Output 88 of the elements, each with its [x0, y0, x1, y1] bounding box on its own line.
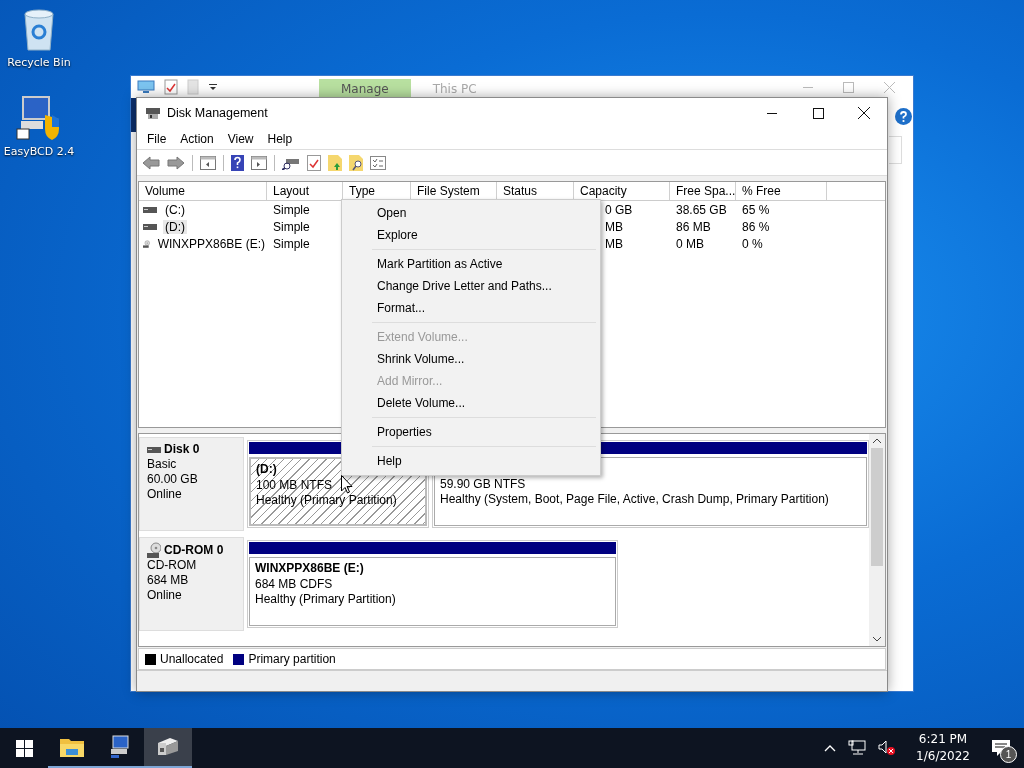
- disk-name: Disk 0: [164, 442, 200, 457]
- table-cell-text: MB: [604, 236, 624, 251]
- column-header[interactable]: Free Spa...: [670, 182, 736, 200]
- table-cell-text: Simple: [272, 219, 311, 234]
- close-icon[interactable]: [858, 107, 870, 119]
- disk-name: CD-ROM 0: [164, 542, 224, 558]
- forward-arrow-icon[interactable]: [167, 155, 185, 170]
- column-header[interactable]: % Free: [736, 182, 827, 200]
- disk-info-panel[interactable]: CD-ROM 0 CD-ROM 684 MB Online: [139, 537, 244, 631]
- scroll-down-icon[interactable]: [873, 636, 881, 642]
- disk-status: Online: [147, 588, 183, 603]
- partition-size: 59.90 GB NTFS: [440, 476, 526, 492]
- context-menu-item[interactable]: Delete Volume...: [344, 392, 598, 414]
- drive-icon: [143, 206, 157, 213]
- partition-size: 684 MB CDFS: [255, 576, 333, 592]
- window-title: Disk Management: [167, 106, 268, 120]
- table-cell-text: 0 MB: [675, 236, 705, 251]
- dropdown-icon[interactable]: [208, 82, 218, 92]
- table-cell-text: Simple: [272, 202, 311, 217]
- table-cell-text: 65 %: [741, 202, 771, 217]
- partition-title: WINXPPX86BE (E:): [255, 561, 365, 577]
- chevron-up-icon[interactable]: [824, 744, 837, 752]
- table-cell-text: Simple: [272, 236, 311, 251]
- help-book-icon[interactable]: [231, 154, 244, 171]
- notification-button[interactable]: 1: [978, 728, 1024, 768]
- disk-size: 60.00 GB: [147, 472, 199, 487]
- menu-item[interactable]: Help: [260, 129, 300, 148]
- context-menu-item[interactable]: Properties: [344, 421, 598, 443]
- help-icon[interactable]: [895, 108, 912, 125]
- folder-up-icon[interactable]: [328, 154, 342, 171]
- disk-type: CD-ROM: [147, 558, 198, 573]
- partition-status: Healthy (Primary Partition): [255, 592, 397, 608]
- menu-item[interactable]: View: [220, 129, 261, 148]
- vertical-scrollbar[interactable]: [869, 434, 885, 646]
- disk-info-panel[interactable]: Disk 0 Basic 60.00 GB Online: [139, 437, 244, 531]
- context-menu-item[interactable]: Format...: [344, 297, 598, 319]
- action-pane-icon[interactable]: [251, 155, 267, 170]
- computer-icon[interactable]: [109, 735, 131, 759]
- mouse-cursor-icon: [341, 475, 353, 494]
- context-menu-item[interactable]: Open: [344, 202, 598, 224]
- time-text: 6:21 PM: [918, 731, 968, 748]
- menu-item[interactable]: Action: [173, 129, 221, 148]
- disk-type: Basic: [147, 457, 178, 472]
- date-text: 1/6/2022: [916, 748, 970, 765]
- drive-icon: [143, 223, 157, 230]
- folder-search-icon[interactable]: [349, 154, 363, 171]
- disk-drive-icon: [145, 106, 161, 120]
- desktop-icon-label[interactable]: EasyBCD 2.4: [3, 145, 75, 158]
- table-cell-text: 86 MB: [675, 219, 712, 234]
- list-icon[interactable]: [370, 155, 386, 170]
- legend-label: Unallocated: [160, 652, 224, 666]
- scroll-up-icon[interactable]: [873, 438, 881, 444]
- context-menu-item[interactable]: Change Drive Letter and Paths...: [344, 275, 598, 297]
- partition-status: Healthy (System, Boot, Page File, Active, Crash Dump, Primary Partition): [440, 492, 830, 508]
- drive-icon: [147, 446, 161, 453]
- partition-block[interactable]: WINXPPX86BE (E:) 684 MB CDFS Healthy (Primary Partition): [247, 540, 618, 628]
- drive-label[interactable]: (D:): [163, 219, 187, 234]
- table-cell-text: MB: [604, 219, 624, 234]
- speaker-muted-icon[interactable]: [878, 740, 897, 756]
- clock[interactable]: 6:21 PM 1/6/2022: [908, 728, 978, 768]
- taskbar-app-button[interactable]: [144, 728, 192, 768]
- table-cell-text: 0 GB: [604, 202, 634, 217]
- notification-count-badge: 1: [1000, 746, 1017, 763]
- back-arrow-icon[interactable]: [142, 155, 160, 170]
- console-pane-icon[interactable]: [200, 155, 216, 170]
- disk-status: Online: [147, 487, 183, 502]
- partition-status: Healthy (Primary Partition): [256, 493, 398, 509]
- properties-icon[interactable]: [164, 79, 178, 95]
- folder-icon[interactable]: [60, 737, 84, 757]
- disk-size: 684 MB: [147, 573, 190, 588]
- context-menu-item[interactable]: Shrink Volume...: [344, 348, 598, 370]
- cd-drive-icon: [147, 542, 161, 558]
- desktop-icon-label[interactable]: Recycle Bin: [7, 56, 71, 69]
- windows-logo-icon[interactable]: [15, 739, 33, 757]
- table-cell-text: 86 %: [741, 219, 771, 234]
- legend-label: Primary partition: [248, 652, 336, 666]
- network-icon[interactable]: [848, 740, 867, 756]
- context-menu-item[interactable]: Mark Partition as Active: [344, 253, 598, 275]
- table-cell-text: 0 %: [741, 236, 764, 251]
- context-menu-item[interactable]: Explore: [344, 224, 598, 246]
- partition-size: 100 MB NTFS: [256, 477, 333, 493]
- menu-item[interactable]: File: [140, 129, 174, 148]
- column-header[interactable]: Volume: [139, 182, 267, 200]
- drive-label[interactable]: WINXPPX86BE (E:): [155, 236, 267, 251]
- drive-label[interactable]: (C:): [163, 202, 187, 217]
- table-cell-text: 38.65 GB: [675, 202, 728, 217]
- checklist-icon[interactable]: [307, 154, 321, 171]
- disk-drive-icon[interactable]: [156, 737, 180, 757]
